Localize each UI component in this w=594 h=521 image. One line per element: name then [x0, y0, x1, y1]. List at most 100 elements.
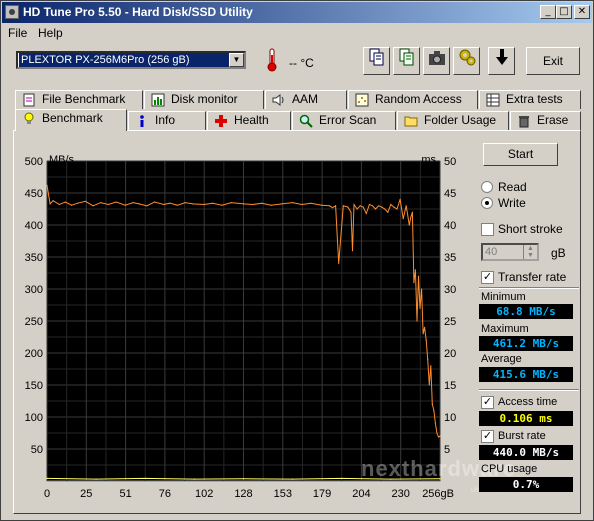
minimum-label: Minimum [481, 291, 526, 303]
short-stroke-unit: gB [551, 246, 566, 260]
divider [479, 389, 579, 391]
burst-rate-checkbox[interactable]: ✓ [481, 430, 494, 443]
tab-folder-usage[interactable]: Folder Usage [397, 111, 509, 130]
scatter-icon [355, 93, 369, 107]
copy-results-icon [399, 48, 413, 66]
transfer-rate-point [252, 203, 254, 206]
x-tick-label: 153 [274, 488, 292, 500]
transfer-rate-point [396, 208, 398, 210]
transfer-rate-point [371, 205, 374, 207]
transfer-rate-point [153, 201, 156, 203]
x-tick-label: 204 [352, 488, 370, 500]
window-title: HD Tune Pro 5.50 - Hard Disk/SSD Utility [23, 5, 253, 19]
transfer-rate-point [393, 206, 395, 208]
transfer-rate-point [71, 204, 73, 206]
tab-disk-monitor[interactable]: Disk monitor [144, 90, 264, 109]
transfer-rate-point [399, 198, 401, 200]
y-tick-label: 500 [25, 156, 43, 168]
spinner-arrows-icon[interactable]: ▲ ▼ [523, 245, 537, 259]
write-radio[interactable] [481, 197, 493, 209]
tab-health[interactable]: Health [207, 111, 291, 130]
transfer-rate-point [390, 203, 392, 206]
start-button[interactable]: Start [483, 143, 558, 166]
menu-help[interactable]: Help [38, 26, 63, 40]
folder-icon [404, 116, 418, 127]
tab-row-top: File Benchmark Disk monitor AAM Random A… [15, 90, 581, 109]
average-value: 415.6 MB/s [479, 367, 573, 382]
transfer-rate-point [52, 200, 54, 202]
transfer-rate-point [356, 208, 358, 210]
y-tick-label: 200 [25, 348, 43, 360]
transfer-rate-point [425, 339, 427, 341]
transfer-rate-point [338, 262, 340, 264]
temperature-readout: -- °C [289, 56, 314, 70]
transfer-rate-point [384, 208, 386, 210]
short-stroke-checkbox[interactable] [481, 223, 494, 236]
read-radio[interactable] [481, 181, 493, 193]
tab-label: Info [155, 113, 176, 127]
short-stroke-spinner[interactable]: 40 ▲ ▼ [481, 243, 539, 261]
tab-extra-tests[interactable]: Extra tests [479, 90, 581, 109]
tab-error-scan[interactable]: Error Scan [292, 111, 396, 130]
tab-random-access[interactable]: Random Access [348, 90, 478, 109]
cpu-usage-value: 0.7% [479, 477, 573, 492]
transfer-rate-checkbox[interactable]: ✓ [481, 271, 494, 284]
transfer-rate-point [350, 211, 352, 213]
bar-chart-icon [151, 93, 165, 107]
y-tick-label: 100 [25, 412, 43, 424]
magnifier-icon [299, 114, 313, 128]
exit-button[interactable]: Exit [526, 47, 580, 75]
transfer-rate-point [212, 202, 214, 204]
y2-tick-label: 40 [444, 220, 456, 232]
title-bar: HD Tune Pro 5.50 - Hard Disk/SSD Utility… [2, 2, 592, 23]
transfer-rate-point [416, 320, 418, 322]
chevron-down-icon[interactable]: ▼ [229, 53, 244, 67]
transfer-rate-point [292, 202, 294, 204]
transfer-rate-point [92, 205, 94, 207]
close-button[interactable]: ✕ [574, 5, 590, 19]
transfer-rate-point [374, 208, 377, 210]
transfer-rate-point [433, 410, 435, 412]
tab-erase[interactable]: Erase [510, 111, 581, 130]
tab-file-benchmark[interactable]: File Benchmark [15, 90, 143, 109]
x-tick-label: 76 [159, 488, 171, 500]
transfer-rate-point [77, 202, 79, 204]
menu-file[interactable]: File [8, 26, 27, 40]
x-tick-label: 179 [313, 488, 331, 500]
y-tick-label: 300 [25, 284, 43, 296]
camera-icon [428, 51, 445, 65]
transfer-rate-point [230, 202, 232, 204]
transfer-rate-point [428, 384, 430, 386]
access-time-point [292, 478, 294, 480]
y-tick-label: 50 [31, 444, 43, 456]
y-tick-label: 400 [25, 220, 43, 232]
y2-tick-label: 20 [444, 348, 456, 360]
x-tick-label: 102 [195, 488, 213, 500]
write-label: Write [498, 196, 526, 210]
transfer-rate-point [365, 212, 367, 215]
average-label: Average [481, 353, 522, 365]
x-tick-label: 25 [80, 488, 92, 500]
x-tick-label: 0 [44, 488, 50, 500]
burst-rate-label: Burst rate [498, 430, 546, 442]
copy-info-button[interactable] [363, 47, 390, 75]
tab-info[interactable]: Info [128, 111, 206, 130]
drive-select[interactable]: PLEXTOR PX-256M6Pro (256 gB) ▼ [16, 51, 246, 69]
transfer-rate-point [359, 205, 361, 207]
screenshot-button[interactable] [423, 47, 450, 75]
maximize-button[interactable]: □ [556, 5, 572, 19]
transfer-rate-point [301, 203, 303, 206]
transfer-rate-point [310, 202, 312, 204]
options-button[interactable] [453, 47, 480, 75]
tab-benchmark[interactable]: Benchmark [15, 109, 127, 131]
tab-aam[interactable]: AAM [265, 90, 347, 109]
copy-icon [369, 48, 383, 66]
minimize-button[interactable]: _ [540, 5, 556, 19]
access-time-checkbox[interactable]: ✓ [481, 396, 494, 409]
transfer-rate-point [328, 205, 331, 207]
transfer-rate-point [387, 211, 389, 213]
save-button[interactable] [488, 47, 515, 75]
transfer-rate-point [402, 218, 404, 220]
copy-results-button[interactable] [393, 47, 420, 75]
access-time-value: 0.106 ms [479, 411, 573, 426]
